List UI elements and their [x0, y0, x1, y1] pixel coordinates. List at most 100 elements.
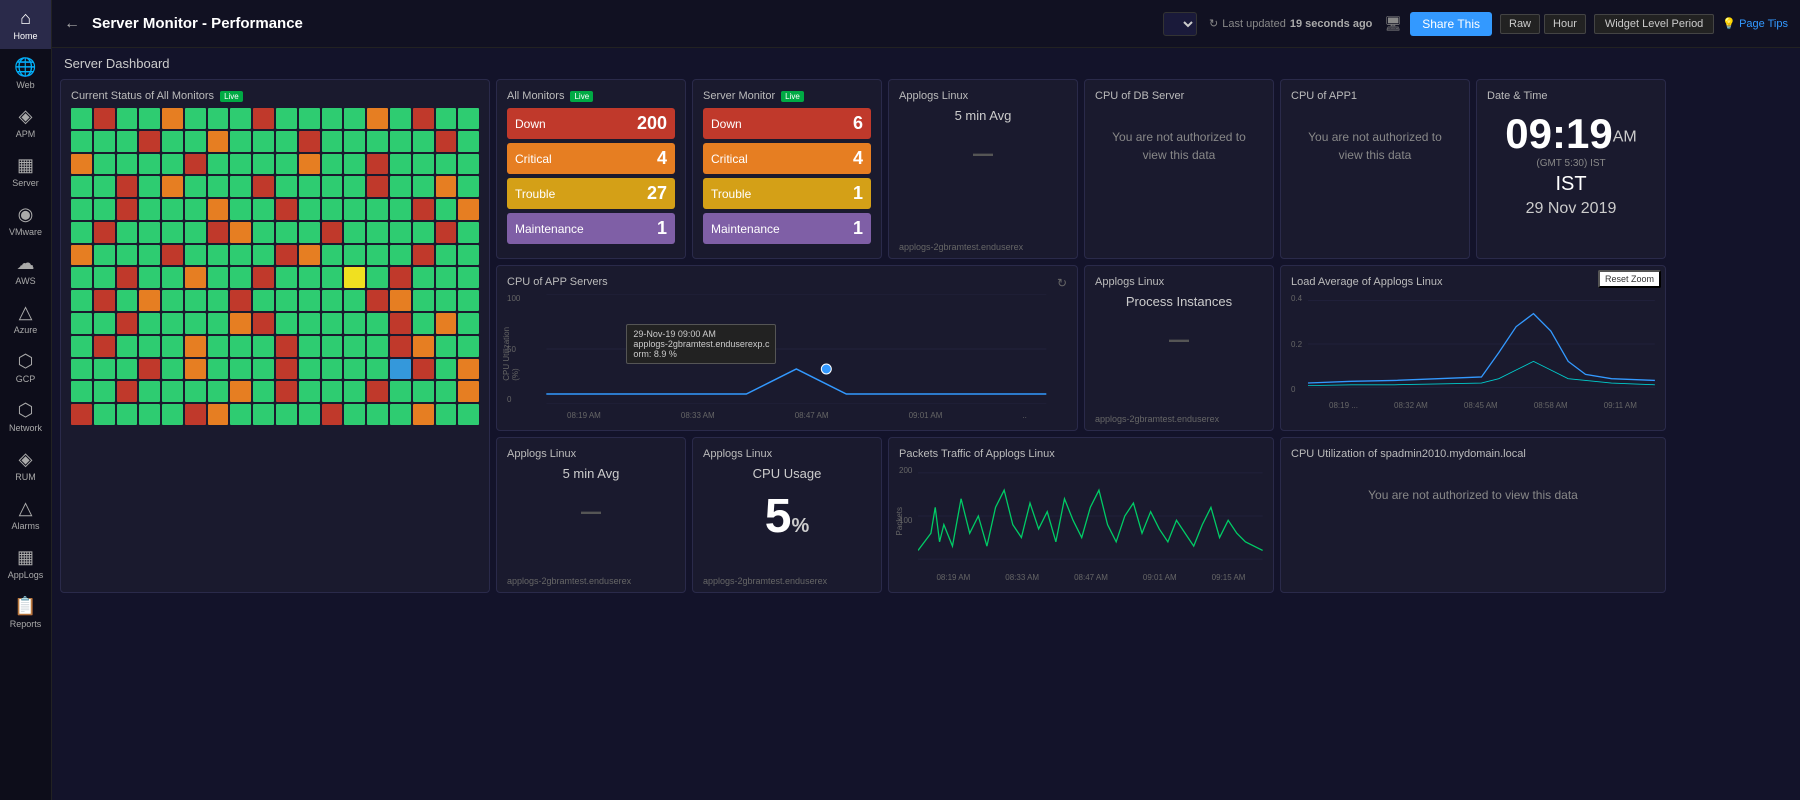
status-dot[interactable] — [390, 313, 411, 334]
status-dot[interactable] — [413, 336, 434, 357]
status-dot[interactable] — [139, 267, 160, 288]
status-dot[interactable] — [139, 313, 160, 334]
status-dot[interactable] — [208, 336, 229, 357]
status-dot[interactable] — [322, 336, 343, 357]
status-dot[interactable] — [413, 404, 434, 425]
status-dot[interactable] — [185, 154, 206, 175]
status-dot[interactable] — [322, 359, 343, 380]
status-dot[interactable] — [367, 222, 388, 243]
status-dot[interactable] — [230, 359, 251, 380]
status-dot[interactable] — [162, 381, 183, 402]
status-dot[interactable] — [436, 108, 457, 129]
status-dot[interactable] — [344, 176, 365, 197]
status-dot[interactable] — [322, 290, 343, 311]
status-dot[interactable] — [344, 359, 365, 380]
status-dot[interactable] — [413, 381, 434, 402]
status-dot[interactable] — [208, 176, 229, 197]
status-dot[interactable] — [230, 336, 251, 357]
status-dot[interactable] — [162, 359, 183, 380]
status-dot[interactable] — [208, 313, 229, 334]
status-dot[interactable] — [413, 290, 434, 311]
page-tips-link[interactable]: 💡 Page Tips — [1722, 17, 1788, 30]
status-dot[interactable] — [253, 381, 274, 402]
status-dot[interactable] — [458, 245, 479, 266]
status-dot[interactable] — [390, 154, 411, 175]
status-dot[interactable] — [367, 404, 388, 425]
status-dot[interactable] — [436, 290, 457, 311]
status-dot[interactable] — [208, 381, 229, 402]
status-dot[interactable] — [367, 359, 388, 380]
status-dot[interactable] — [458, 336, 479, 357]
status-dot[interactable] — [276, 404, 297, 425]
sidebar-item-apm[interactable]: ◈ APM — [0, 98, 51, 147]
status-dot[interactable] — [139, 222, 160, 243]
status-dot[interactable] — [117, 176, 138, 197]
status-dot[interactable] — [367, 108, 388, 129]
status-dot[interactable] — [253, 154, 274, 175]
status-dot[interactable] — [139, 131, 160, 152]
status-dot[interactable] — [458, 267, 479, 288]
status-dot[interactable] — [185, 199, 206, 220]
status-dot[interactable] — [185, 176, 206, 197]
status-dot[interactable] — [117, 336, 138, 357]
status-dot[interactable] — [208, 131, 229, 152]
status-dot[interactable] — [162, 199, 183, 220]
status-dot[interactable] — [94, 222, 115, 243]
status-dot[interactable] — [367, 131, 388, 152]
status-dot[interactable] — [322, 108, 343, 129]
status-dot[interactable] — [299, 199, 320, 220]
status-dot[interactable] — [299, 267, 320, 288]
status-dot[interactable] — [185, 108, 206, 129]
sidebar-item-home[interactable]: ⌂ Home — [0, 0, 51, 49]
status-dot[interactable] — [458, 199, 479, 220]
status-dot[interactable] — [367, 176, 388, 197]
status-dot[interactable] — [230, 222, 251, 243]
status-dot[interactable] — [139, 359, 160, 380]
status-dot[interactable] — [185, 313, 206, 334]
status-dot[interactable] — [390, 359, 411, 380]
status-dot[interactable] — [185, 404, 206, 425]
status-dot[interactable] — [367, 267, 388, 288]
status-dot[interactable] — [94, 404, 115, 425]
status-dot[interactable] — [117, 222, 138, 243]
status-dot[interactable] — [458, 222, 479, 243]
status-dot[interactable] — [390, 404, 411, 425]
status-dot[interactable] — [185, 381, 206, 402]
status-dot[interactable] — [162, 267, 183, 288]
hour-button[interactable]: Hour — [1544, 14, 1586, 34]
status-dot[interactable] — [299, 290, 320, 311]
status-dot[interactable] — [390, 381, 411, 402]
status-dot[interactable] — [185, 359, 206, 380]
back-button[interactable]: ← — [64, 15, 80, 33]
status-dot[interactable] — [71, 108, 92, 129]
status-dot[interactable] — [230, 108, 251, 129]
status-dot[interactable] — [230, 267, 251, 288]
status-dot[interactable] — [390, 222, 411, 243]
status-dot[interactable] — [71, 199, 92, 220]
sidebar-item-vmware[interactable]: ◉ VMware — [0, 196, 51, 245]
status-dot[interactable] — [208, 359, 229, 380]
status-dot[interactable] — [458, 131, 479, 152]
status-dot[interactable] — [322, 267, 343, 288]
status-dot[interactable] — [390, 336, 411, 357]
status-dot[interactable] — [208, 108, 229, 129]
status-dot[interactable] — [276, 245, 297, 266]
status-dot[interactable] — [322, 245, 343, 266]
status-dot[interactable] — [299, 131, 320, 152]
status-dot[interactable] — [322, 404, 343, 425]
status-dot[interactable] — [413, 359, 434, 380]
status-dot[interactable] — [413, 267, 434, 288]
status-dot[interactable] — [436, 245, 457, 266]
status-dot[interactable] — [139, 404, 160, 425]
status-dot[interactable] — [413, 154, 434, 175]
reset-zoom-button[interactable]: Reset Zoom — [1598, 270, 1661, 288]
status-dot[interactable] — [94, 108, 115, 129]
status-dot[interactable] — [367, 336, 388, 357]
status-dot[interactable] — [299, 108, 320, 129]
sm-maintenance-row[interactable]: Maintenance 1 — [703, 213, 871, 244]
status-dot[interactable] — [71, 176, 92, 197]
status-dot[interactable] — [71, 336, 92, 357]
status-dot[interactable] — [208, 199, 229, 220]
status-dot[interactable] — [117, 131, 138, 152]
status-dot[interactable] — [344, 313, 365, 334]
